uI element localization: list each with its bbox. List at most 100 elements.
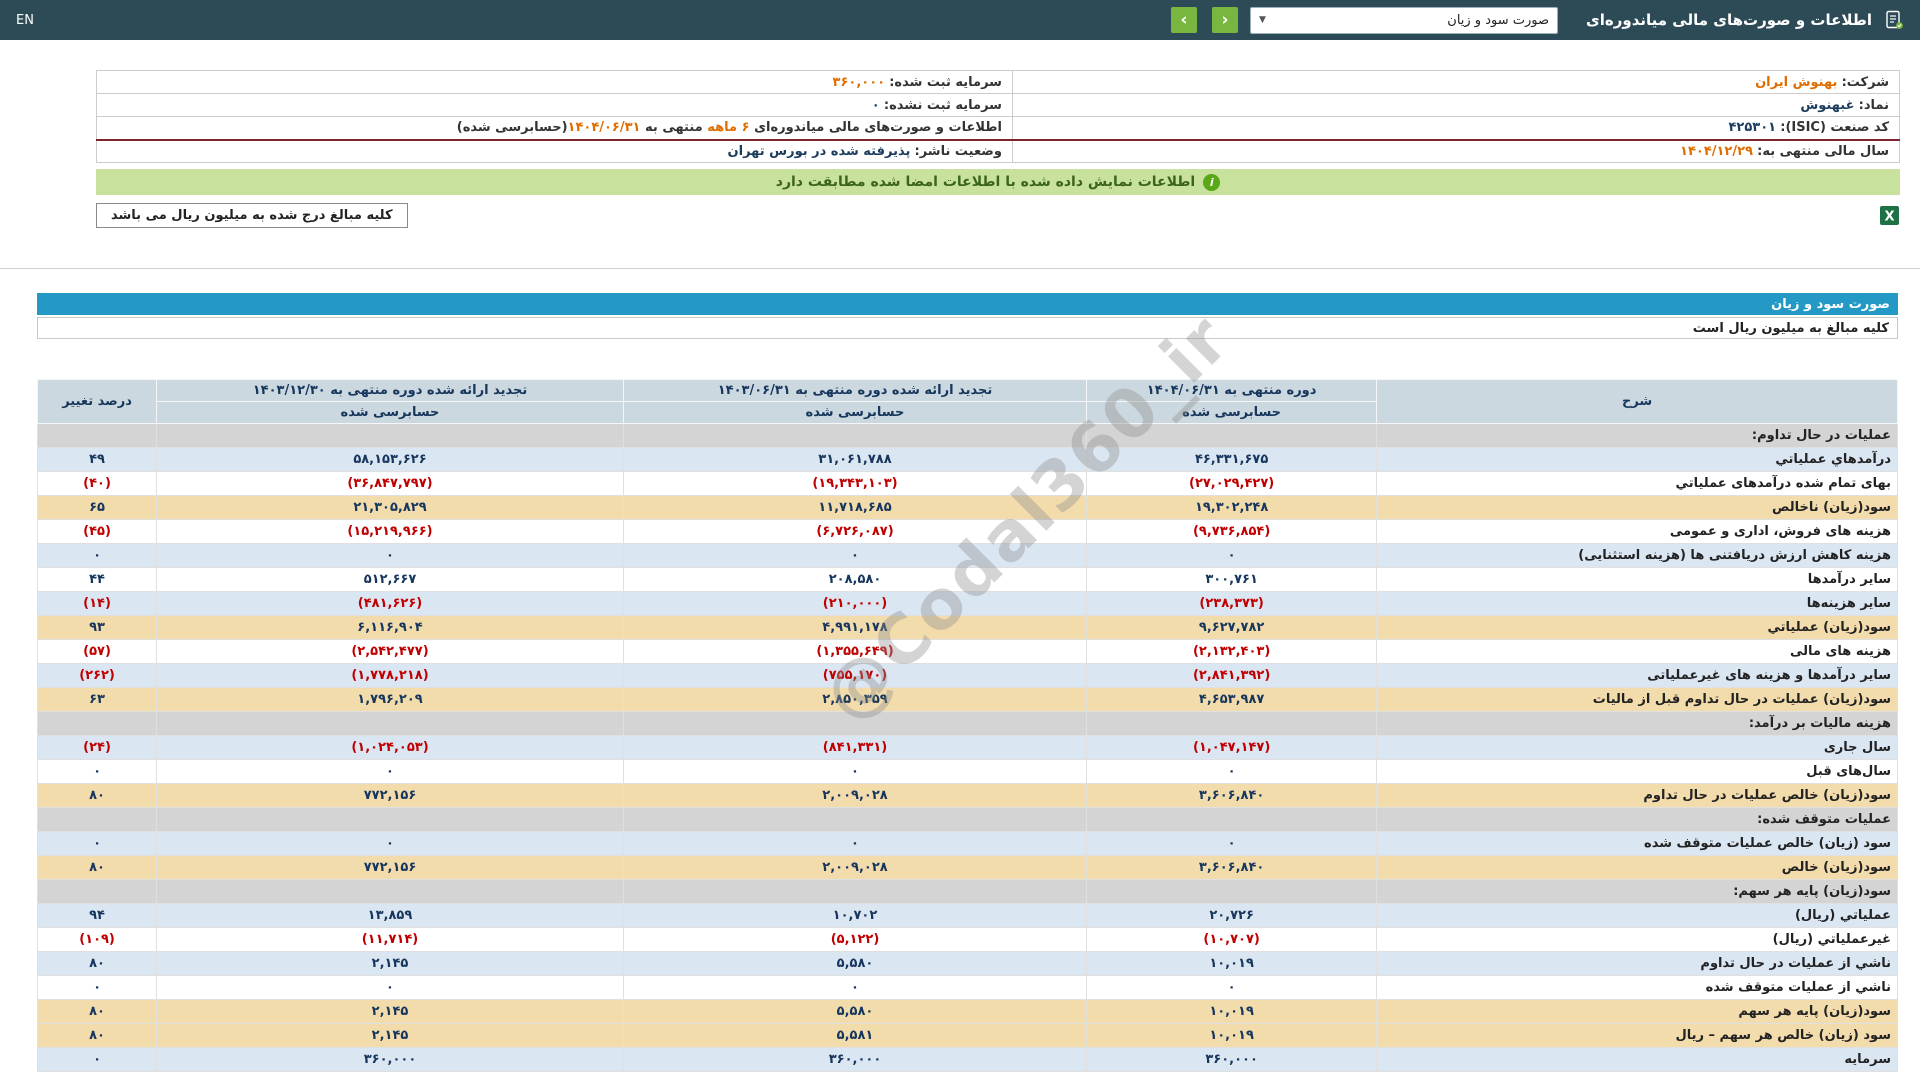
value-percent-change (36, 879, 158, 904)
language-toggle-link[interactable]: EN (16, 13, 34, 28)
profit-loss-table: شرح دوره منتهی به ۱۴۰۴/۰۶/۳۱ تجدید ارائه… (36, 379, 1898, 1072)
table-row: سایر درآمدها ۳۰۰,۷۶۱ ۲۰۸,۵۸۰ ۵۱۲,۶۶۷ ۴۴ (36, 567, 1898, 592)
value-prior-half-period: ۲۰۸,۵۸۰ (622, 567, 1088, 592)
table-row: سود(زیان) پایه هر سهم: (36, 879, 1898, 904)
row-label: هزینه های مالی (1376, 639, 1898, 664)
value-prior-annual-period: ۲,۱۴۵ (156, 999, 624, 1024)
row-label: هزینه کاهش ارزش دریافتنی ها (هزینه استثن… (1376, 543, 1898, 568)
col-header-percent-change: درصد تغییر (36, 379, 158, 424)
value-prior-annual-period: (۱۱,۷۱۴) (156, 927, 624, 952)
income-statement-section: صورت سود و زیان کلیه مبالغ به میلیون ریا… (36, 293, 1898, 1072)
table-row: بهای تمام شده درآمدهای عملیاتي (۲۷,۰۲۹,۴… (36, 471, 1898, 496)
isic-value: ۴۲۵۳۰۱ (1728, 120, 1777, 136)
value-current-period: ۱۰,۰۱۹ (1086, 951, 1378, 976)
report-type-selected-value: صورت سود و زیان (1447, 12, 1550, 28)
value-percent-change: ۰ (36, 831, 158, 856)
value-current-period: ۴,۶۵۳,۹۸۷ (1086, 687, 1378, 712)
row-label: سود(زیان) خالص (1376, 855, 1898, 880)
row-label: سود(زيان) پايه هر سهم (1376, 999, 1898, 1024)
registered-capital-value: ۳۶۰,۰۰۰ (832, 74, 886, 90)
info-icon: i (1203, 173, 1221, 191)
value-prior-half-period: ۵,۵۸۱ (622, 1023, 1088, 1048)
value-percent-change: ۸۰ (36, 1023, 158, 1048)
value-prior-half-period (622, 711, 1088, 736)
col-subheader-audited-1: حسابرسی شده (1086, 401, 1378, 424)
value-prior-half-period: ۵,۵۸۰ (622, 951, 1088, 976)
row-label: سود (زیان) خالص عملیات متوقف شده (1376, 831, 1898, 856)
value-prior-annual-period: ۰ (156, 831, 624, 856)
value-percent-change: ۴۴ (36, 567, 158, 592)
row-label: سال‌های قبل (1376, 759, 1898, 784)
row-label: درآمدهاي عملياتي (1376, 447, 1898, 472)
value-current-period: ۳۰۰,۷۶۱ (1086, 567, 1378, 592)
period-text: اطلاعات و صورت‌های مالی میاندوره‌ای (749, 120, 1002, 136)
value-prior-annual-period: (۱۵,۲۱۹,۹۶۶) (156, 519, 624, 544)
page-title: اطلاعات و صورت‌های مالی میاندوره‌ای (1586, 11, 1872, 29)
next-report-button[interactable]: › (1171, 7, 1198, 33)
col-header-period-current: دوره منتهی به ۱۴۰۴/۰۶/۳۱ (1086, 379, 1378, 402)
table-row: سود(زيان) عملياتي ۹,۶۲۷,۷۸۲ ۴,۹۹۱,۱۷۸ ۶,… (36, 615, 1898, 640)
value-percent-change: (۴۰) (36, 471, 158, 496)
fiscal-year-label: سال مالی منتهی به: (1757, 143, 1889, 159)
table-row: سایر هزینه‌ها (۲۳۸,۳۷۳) (۲۱۰,۰۰۰) (۴۸۱,۶… (36, 591, 1898, 616)
col-subheader-audited-3: حسابرسی شده (156, 401, 624, 424)
value-prior-half-period: ۵,۵۸۰ (622, 999, 1088, 1024)
value-prior-annual-period (156, 807, 624, 832)
registered-capital-label: سرمایه ثبت شده: (889, 74, 1002, 90)
value-prior-annual-period: ۶,۱۱۶,۹۰۴ (156, 615, 624, 640)
value-percent-change: ۸۰ (36, 783, 158, 808)
fiscal-year-value: ۱۴۰۴/۱۲/۲۹ (1680, 143, 1753, 159)
value-prior-half-period: ۳۶۰,۰۰۰ (622, 1047, 1088, 1072)
info-row-symbol: نماد: غبهنوش سرمایه ثبت نشده: ۰ (96, 93, 1901, 117)
value-percent-change: ۶۵ (36, 495, 158, 520)
value-prior-half-period: ۱۰,۷۰۲ (622, 903, 1088, 928)
chevron-down-icon: ▼ (1259, 15, 1266, 25)
amounts-unit-note: کلیه مبالغ درج شده به میلیون ریال می باش… (96, 203, 408, 228)
value-prior-half-period: ۱۱,۷۱۸,۶۸۵ (622, 495, 1088, 520)
report-type-dropdown[interactable]: صورت سود و زیان ▼ (1250, 6, 1559, 34)
value-percent-change: ۰ (36, 1047, 158, 1072)
value-prior-half-period: ۰ (622, 831, 1088, 856)
value-current-period: ۰ (1086, 759, 1378, 784)
value-current-period: ۹,۶۲۷,۷۸۲ (1086, 615, 1378, 640)
symbol-value: غبهنوش (1800, 97, 1855, 113)
value-prior-annual-period: ۵۸,۱۵۳,۶۲۶ (156, 447, 624, 472)
pl-table-body: عملیات در حال تداوم: درآمدهاي عملياتي ۴۶… (36, 423, 1898, 1072)
value-current-period: (۲۳۸,۳۷۳) (1086, 591, 1378, 616)
value-prior-annual-period: (۲,۵۴۲,۴۷۷) (156, 639, 624, 664)
excel-export-icon[interactable]: X (1879, 205, 1900, 226)
value-prior-half-period: ۳۱,۰۶۱,۷۸۸ (622, 447, 1088, 472)
statement-title-bar: صورت سود و زیان (37, 293, 1898, 315)
row-label: سال جاری (1376, 735, 1898, 760)
table-row: سود (زیان) خالص عملیات متوقف شده ۰ ۰ ۰ ۰ (36, 831, 1898, 856)
row-label: ناشي از عمليات متوقف شده (1376, 975, 1898, 1000)
value-current-period (1086, 807, 1378, 832)
isic-label: کد صنعت (ISIC): (1780, 120, 1889, 136)
value-prior-annual-period (156, 423, 624, 448)
table-row: سود(زيان) ناخالص ۱۹,۳۰۲,۲۴۸ ۱۱,۷۱۸,۶۸۵ ۲… (36, 495, 1898, 520)
value-percent-change: ۸۰ (36, 855, 158, 880)
table-row: عملیات متوقف شده: (36, 807, 1898, 832)
issuer-status-value: پذیرفته شده در بورس تهران (727, 143, 911, 159)
value-current-period: ۰ (1086, 831, 1378, 856)
value-percent-change: (۵۷) (36, 639, 158, 664)
info-row-fiscal: سال مالی منتهی به: ۱۴۰۴/۱۲/۲۹ وضعیت ناشر… (96, 138, 1901, 163)
value-current-period: ۲۰,۷۲۶ (1086, 903, 1378, 928)
value-prior-annual-period (156, 711, 624, 736)
table-row: سود(زيان) عمليات در حال تداوم قبل از مال… (36, 687, 1898, 712)
company-info-table: شرکت: بهنوش ایران سرمایه ثبت شده: ۳۶۰,۰۰… (96, 70, 1901, 163)
company-name: بهنوش ایران (1755, 74, 1838, 90)
value-percent-change: (۱۰۹) (36, 927, 158, 952)
prev-report-button[interactable]: ‹ (1212, 7, 1239, 33)
value-prior-annual-period: (۴۸۱,۶۲۶) (156, 591, 624, 616)
value-prior-annual-period (156, 879, 624, 904)
value-current-period: ۱۰,۰۱۹ (1086, 999, 1378, 1024)
value-current-period: (۲,۸۴۱,۳۹۲) (1086, 663, 1378, 688)
value-prior-annual-period: (۱,۷۷۸,۲۱۸) (156, 663, 624, 688)
value-prior-half-period: (۱,۳۵۵,۶۴۹) (622, 639, 1088, 664)
row-label: عملیات متوقف شده: (1376, 807, 1898, 832)
value-prior-half-period: (۶,۷۲۶,۰۸۷) (622, 519, 1088, 544)
value-current-period: ۱۰,۰۱۹ (1086, 1023, 1378, 1048)
table-row: ناشي از عمليات در حال تداوم ۱۰,۰۱۹ ۵,۵۸۰… (36, 951, 1898, 976)
table-row: سود(زیان) خالص ۳,۶۰۶,۸۴۰ ۲,۰۰۹,۰۲۸ ۷۷۲,۱… (36, 855, 1898, 880)
